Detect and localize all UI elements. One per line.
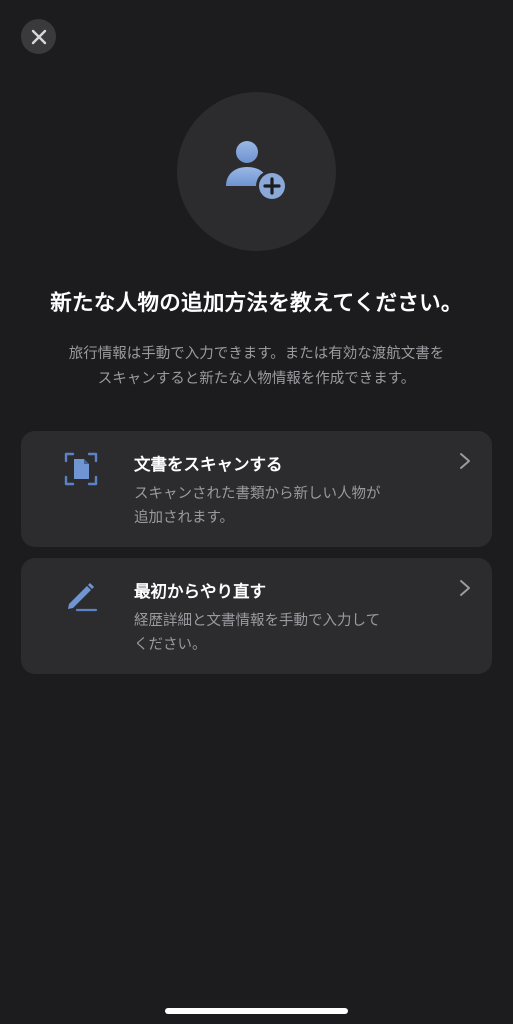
close-button[interactable] <box>21 19 56 54</box>
chevron-right-icon <box>460 580 470 596</box>
close-icon <box>31 29 46 44</box>
page-title: 新たな人物の追加方法を教えてください。 <box>50 291 463 316</box>
option-subtitle: 経歴詳細と文書情報を手動で入力して ください。 <box>134 609 434 657</box>
scan-document-option[interactable]: 文書をスキャンする スキャンされた書類から新しい人物が 追加されます。 <box>21 431 492 547</box>
option-title: 文書をスキャンする <box>134 455 283 474</box>
pencil-icon <box>61 576 101 616</box>
option-subtitle-line: 追加されます。 <box>134 510 235 526</box>
page-description: 旅行情報は手動で入力できます。または有効な渡航文書を スキャンすると新たな人物情… <box>30 342 483 392</box>
start-over-option[interactable]: 最初からやり直す 経歴詳細と文書情報を手動で入力して ください。 <box>21 558 492 674</box>
add-person-icon <box>225 140 288 202</box>
description-line: スキャンすると新たな人物情報を作成できます。 <box>97 371 416 387</box>
hero-icon-circle <box>177 92 336 251</box>
home-indicator[interactable] <box>165 1008 348 1014</box>
option-subtitle-line: 経歴詳細と文書情報を手動で入力して <box>134 613 381 629</box>
add-person-screen: 新たな人物の追加方法を教えてください。 旅行情報は手動で入力できます。または有効… <box>0 0 513 1024</box>
option-title: 最初からやり直す <box>134 582 266 601</box>
description-line: 旅行情報は手動で入力できます。または有効な渡航文書を <box>68 346 445 362</box>
option-subtitle: スキャンされた書類から新しい人物が 追加されます。 <box>134 482 434 530</box>
chevron-right-icon <box>460 453 470 469</box>
document-scan-icon <box>61 449 101 489</box>
option-subtitle-line: ください。 <box>134 637 207 653</box>
option-subtitle-line: スキャンされた書類から新しい人物が <box>134 486 381 502</box>
